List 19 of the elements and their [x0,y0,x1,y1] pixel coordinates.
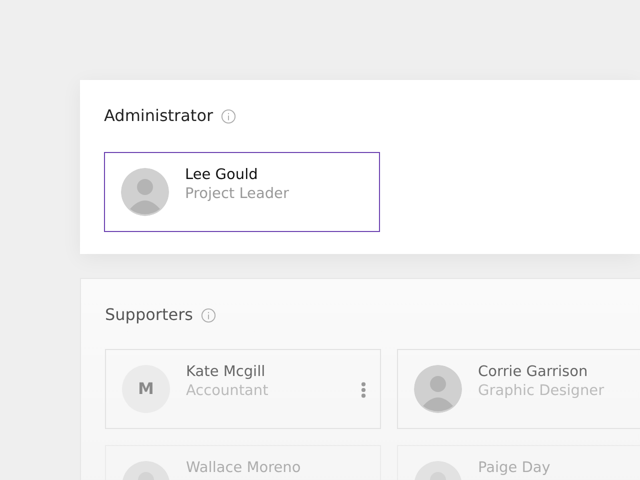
section-title: Administrator [104,105,214,127]
member-card[interactable]: Corrie Garrison Graphic Designer [397,349,640,429]
member-name: Wallace Moreno [186,459,301,478]
info-icon[interactable] [201,308,216,322]
more-options-icon[interactable] [361,382,366,398]
section-title: Supporters [105,304,194,326]
info-icon[interactable] [221,108,236,124]
member-card[interactable]: Lee Gould Project Leader [104,152,380,232]
member-role: Accountant [186,382,268,401]
member-card[interactable]: M Kate Mcgill Accountant [105,349,381,429]
member-name: Paige Day [478,459,550,478]
member-name: Corrie Garrison [478,363,589,382]
person-silhouette-icon [121,168,169,216]
member-role: Graphic Designer [478,382,604,401]
member-name: Lee Gould [185,166,259,185]
member-name: Kate Mcgill [186,363,266,382]
avatar-initial: M [122,365,170,413]
person-silhouette-icon [414,365,462,413]
member-role: Project Leader [185,184,289,204]
